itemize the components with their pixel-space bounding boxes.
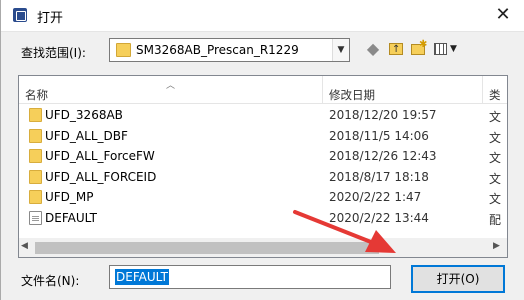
list-item[interactable]: DEFAULT 2020/2/22 13:44 配 bbox=[19, 208, 507, 229]
chevron-down-icon[interactable]: ▼ bbox=[332, 39, 349, 61]
open-button[interactable]: 打开(O) bbox=[411, 265, 505, 293]
file-name: UFD_MP bbox=[45, 190, 94, 205]
app-icon bbox=[13, 8, 27, 22]
file-name: UFD_ALL_FORCEID bbox=[45, 169, 157, 184]
folder-icon bbox=[29, 190, 42, 205]
back-icon[interactable]: ◆ bbox=[364, 40, 382, 58]
close-button[interactable]: ✕ bbox=[491, 3, 515, 27]
file-type: 文 bbox=[489, 192, 502, 207]
scrollbar-thumb[interactable] bbox=[35, 242, 379, 254]
file-name: DEFAULT bbox=[45, 210, 97, 225]
folder-icon bbox=[116, 43, 131, 57]
up-folder-icon[interactable] bbox=[387, 40, 405, 59]
new-folder-icon[interactable]: ✱ bbox=[409, 39, 427, 58]
open-dialog: 打开 ✕ 查找范围(I): SM3268AB_Prescan_R1229 ▼ ◆… bbox=[0, 0, 524, 300]
file-type: 配 bbox=[489, 212, 502, 227]
list-item[interactable]: UFD_ALL_ForceFW 2018/12/26 12:43 文 bbox=[19, 146, 507, 167]
folder-icon bbox=[29, 108, 42, 122]
filename-input[interactable]: DEFAULT bbox=[109, 265, 391, 289]
file-type: 文 bbox=[489, 110, 502, 124]
scroll-right-icon[interactable]: ▶ bbox=[493, 241, 505, 251]
file-type: 文 bbox=[489, 151, 502, 166]
scroll-left-icon[interactable]: ◀ bbox=[21, 241, 33, 251]
lookin-value: SM3268AB_Prescan_R1229 bbox=[136, 43, 299, 57]
file-name: UFD_ALL_ForceFW bbox=[45, 149, 155, 164]
file-date: 2018/11/5 14:06 bbox=[329, 128, 429, 143]
column-divider[interactable] bbox=[482, 76, 483, 104]
file-type: 文 bbox=[489, 130, 502, 145]
list-item[interactable]: UFD_ALL_FORCEID 2018/8/17 18:18 文 bbox=[19, 167, 507, 188]
file-name: UFD_ALL_DBF bbox=[45, 128, 128, 143]
file-rows: UFD_3268AB 2018/12/20 19:57 文 UFD_ALL_DB… bbox=[19, 105, 507, 229]
folder-icon bbox=[29, 169, 42, 184]
filename-label: 文件名(N): bbox=[21, 274, 80, 288]
file-date: 2020/2/22 13:44 bbox=[329, 210, 429, 225]
list-item[interactable]: UFD_MP 2020/2/22 1:47 文 bbox=[19, 187, 507, 208]
list-header: ︿ 名称 修改日期 类 bbox=[19, 76, 507, 104]
column-header-type[interactable]: 类 bbox=[489, 87, 501, 103]
view-menu-icon[interactable]: ▼ bbox=[433, 40, 461, 58]
list-item[interactable]: UFD_3268AB 2018/12/20 19:57 文 bbox=[19, 105, 507, 126]
column-header-date[interactable]: 修改日期 bbox=[329, 87, 375, 103]
file-date: 2018/12/20 19:57 bbox=[329, 108, 437, 122]
folder-icon bbox=[29, 128, 42, 143]
column-header-name[interactable]: 名称 bbox=[25, 87, 48, 103]
folder-icon bbox=[29, 149, 42, 164]
file-name: UFD_3268AB bbox=[45, 108, 123, 122]
title-bar[interactable]: 打开 ✕ bbox=[1, 0, 524, 32]
lookin-label: 查找范围(I): bbox=[21, 46, 86, 60]
lookin-dropdown[interactable]: SM3268AB_Prescan_R1229 ▼ bbox=[109, 38, 350, 62]
file-list[interactable]: ︿ 名称 修改日期 类 UFD_3268AB 2018/12/20 19:57 … bbox=[18, 75, 508, 258]
file-date: 2018/12/26 12:43 bbox=[329, 149, 437, 164]
filename-value: DEFAULT bbox=[115, 269, 169, 285]
window-title: 打开 bbox=[37, 11, 64, 26]
horizontal-scrollbar[interactable]: ◀ ▶ bbox=[19, 238, 507, 257]
column-divider[interactable] bbox=[322, 76, 323, 104]
document-icon bbox=[29, 210, 42, 225]
sort-ascending-icon: ︿ bbox=[166, 81, 176, 91]
file-date: 2020/2/22 1:47 bbox=[329, 190, 422, 205]
file-type: 文 bbox=[489, 171, 502, 186]
file-date: 2018/8/17 18:18 bbox=[329, 169, 429, 184]
list-item[interactable]: UFD_ALL_DBF 2018/11/5 14:06 文 bbox=[19, 126, 507, 147]
